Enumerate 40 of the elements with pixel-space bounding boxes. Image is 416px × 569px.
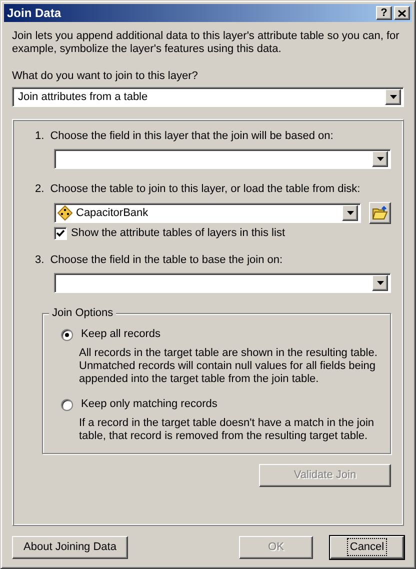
dropdown-value: CapacitorBank bbox=[75, 206, 150, 220]
intro-text: Join lets you append additional data to this layer's attribute table so you can, for example, symbolize the layer's features using this data. bbox=[12, 30, 400, 56]
close-button[interactable] bbox=[394, 6, 410, 20]
checkbox[interactable] bbox=[54, 227, 67, 240]
table-dropdown[interactable]: CapacitorBank bbox=[54, 203, 361, 223]
radio-button[interactable] bbox=[61, 398, 73, 410]
dropdown-button[interactable] bbox=[372, 275, 388, 291]
caret-icon bbox=[376, 281, 384, 285]
caret-icon bbox=[346, 211, 354, 215]
caret-icon bbox=[390, 95, 396, 99]
step-number: 1. bbox=[35, 130, 44, 143]
dropdown-value: Join attributes from a table bbox=[17, 90, 149, 104]
radio-label: Keep all records bbox=[81, 328, 160, 341]
question-label: What do you want to join to this layer? bbox=[12, 70, 199, 83]
dropdown-button[interactable] bbox=[385, 89, 401, 105]
field-dropdown[interactable] bbox=[54, 149, 391, 169]
dropdown-button[interactable] bbox=[342, 205, 358, 221]
option-description: If a record in the target table doesn't have a match in the join table, that record is removed from the resulting target table. bbox=[79, 417, 376, 443]
layer-icon bbox=[57, 205, 73, 221]
dialog-button[interactable]: Cancel bbox=[330, 536, 404, 559]
step-label: Choose the field in the table to base the join on: bbox=[50, 254, 283, 267]
window-title: Join Data bbox=[7, 6, 62, 20]
join-type-dropdown[interactable]: Join attributes from a table bbox=[12, 87, 404, 107]
help-button[interactable]: ? bbox=[376, 6, 392, 20]
group-title: Join Options bbox=[49, 307, 116, 320]
field-dropdown[interactable] bbox=[54, 273, 391, 293]
step-number: 2. bbox=[35, 183, 44, 196]
radio-label: Keep only matching records bbox=[81, 398, 218, 411]
step-label: Choose the field in this layer that the join will be based on: bbox=[50, 130, 334, 143]
step-label: Choose the table to join to this layer, or load the table from disk: bbox=[50, 183, 360, 196]
radio-button[interactable] bbox=[61, 328, 73, 340]
caret-icon bbox=[376, 157, 384, 161]
dropdown-button[interactable] bbox=[372, 151, 388, 167]
option-description: All records in the target table are shown in the resulting table. Unmatched records will contain null values for all fields being appended into the target table from the join table. bbox=[79, 347, 378, 386]
folder-icon bbox=[372, 206, 388, 220]
browse-button[interactable] bbox=[369, 202, 391, 224]
close-icon bbox=[398, 10, 406, 16]
dialog-button[interactable]: About Joining Data bbox=[12, 536, 128, 559]
step-number: 3. bbox=[35, 254, 44, 267]
checkbox-label: Show the attribute tables of layers in this list bbox=[71, 227, 285, 240]
